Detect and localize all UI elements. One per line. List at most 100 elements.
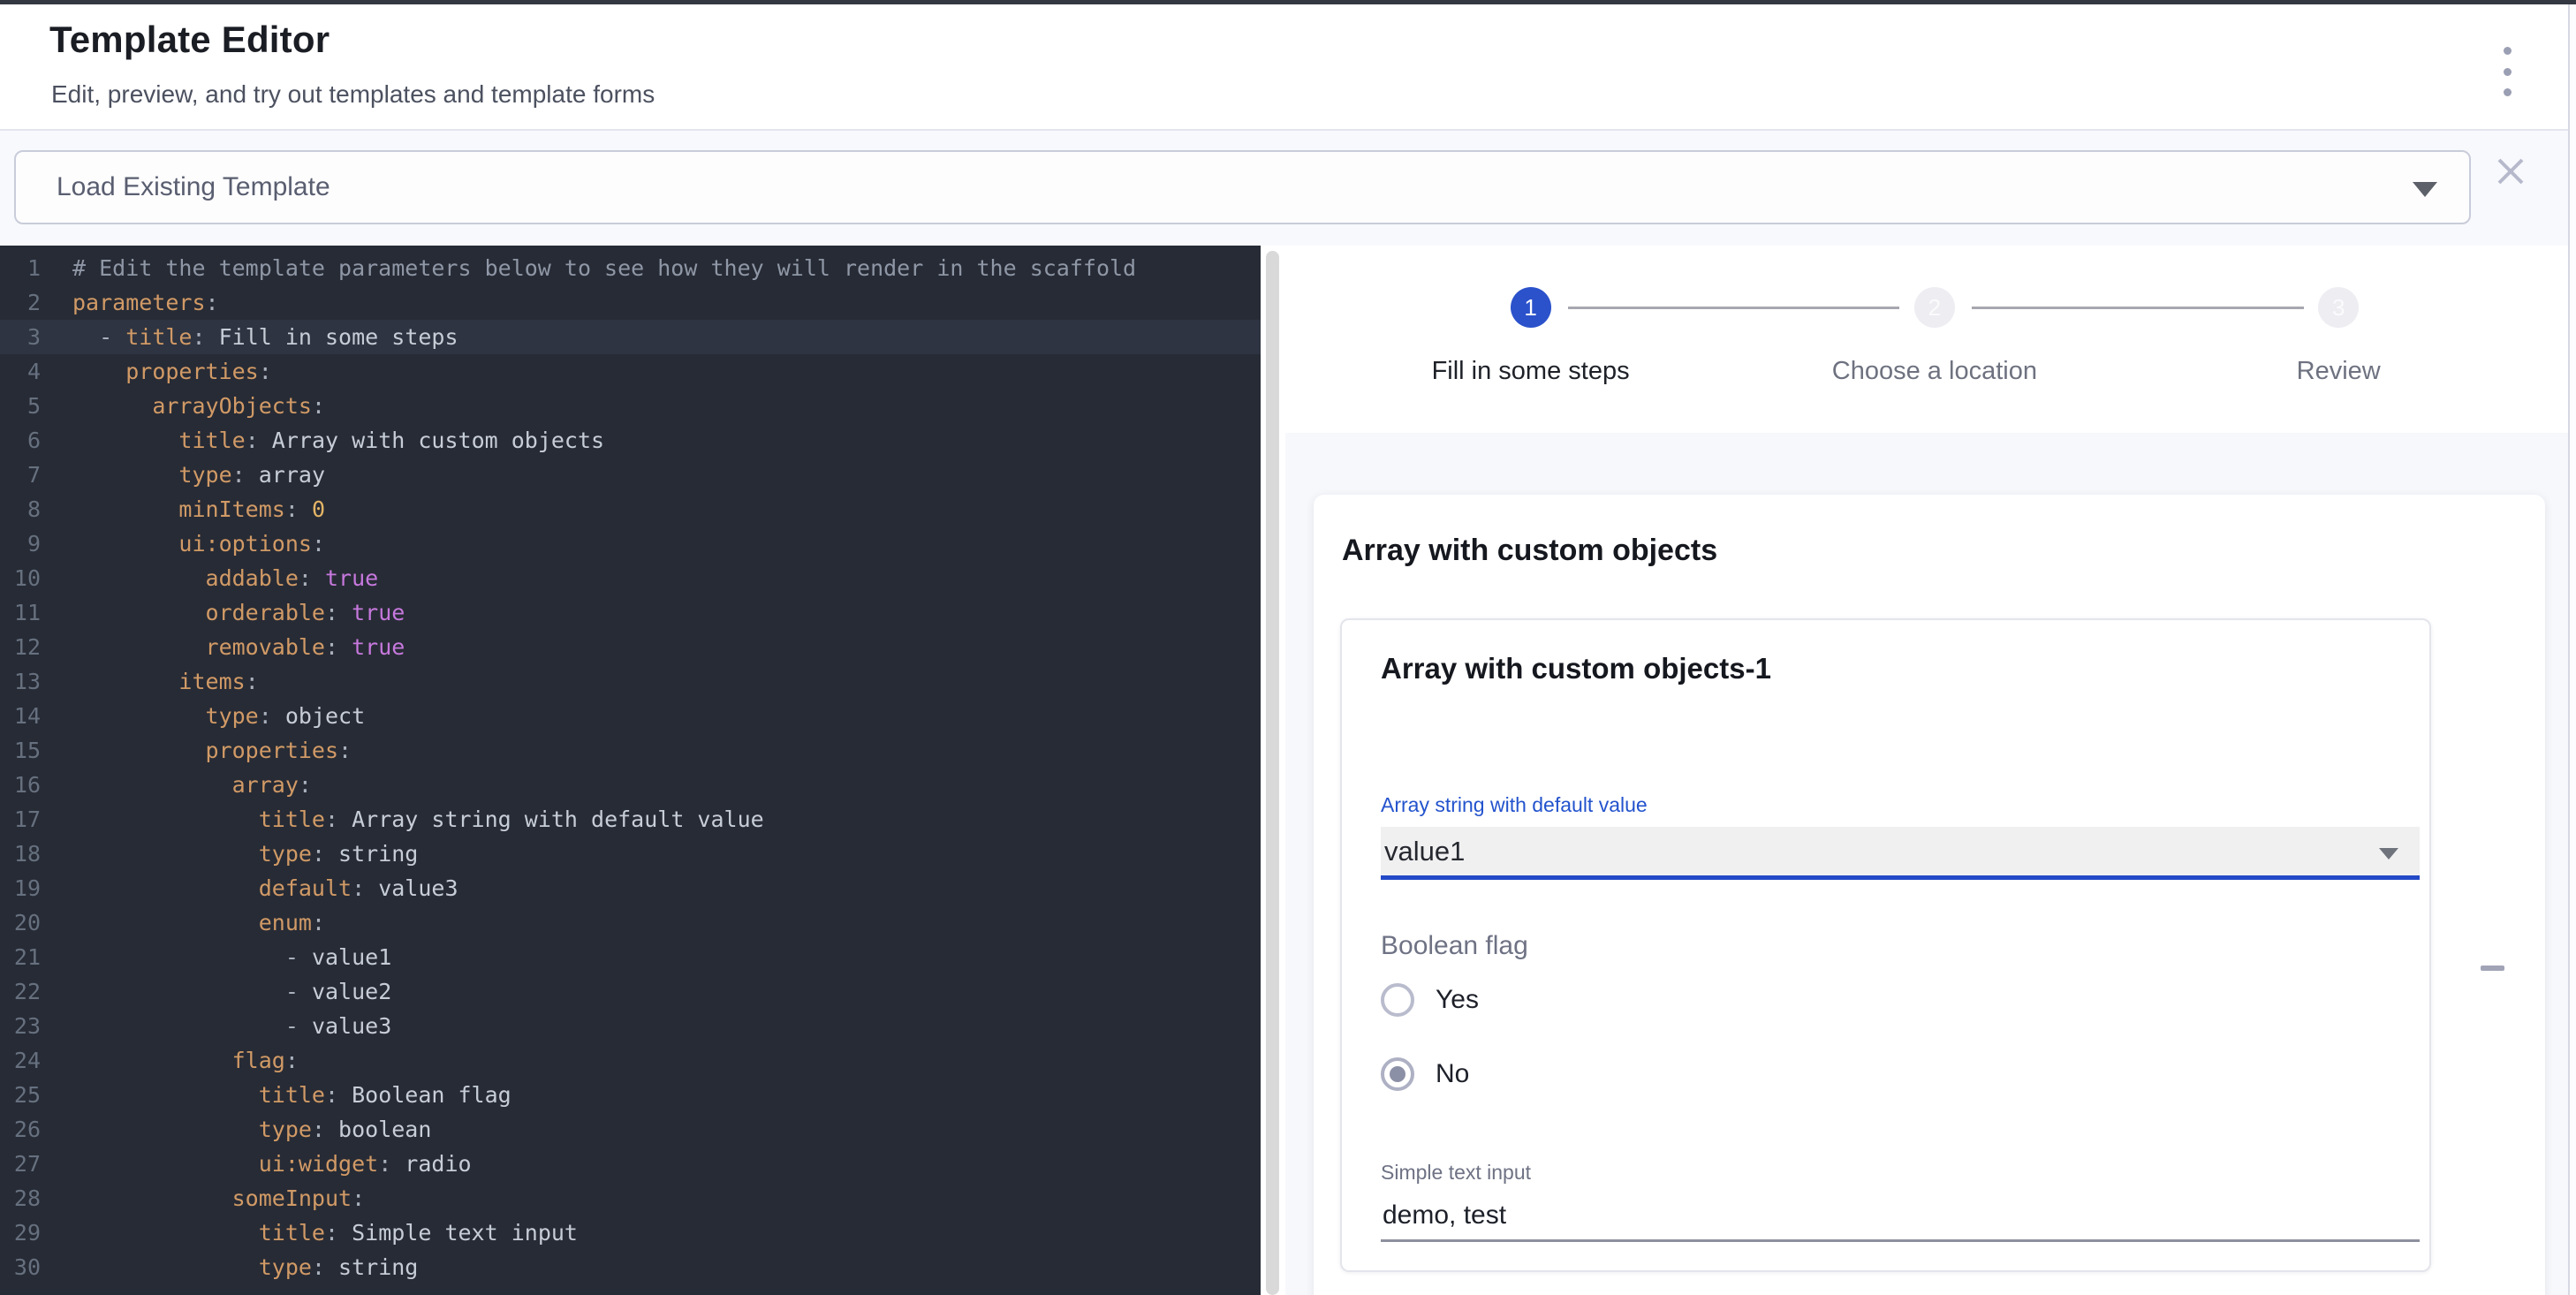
array-item-title: Array with custom objects-1 bbox=[1381, 652, 1771, 685]
code-line[interactable]: 16 array: bbox=[0, 768, 1261, 802]
radio-option-yes[interactable]: Yes bbox=[1381, 981, 1479, 1019]
code-line[interactable]: 7 type: array bbox=[0, 458, 1261, 492]
step-circle-3[interactable]: 3 bbox=[2318, 287, 2359, 328]
remove-array-item-button[interactable] bbox=[2467, 943, 2517, 993]
code-line[interactable]: 14 type: object bbox=[0, 699, 1261, 733]
line-number: 10 bbox=[0, 561, 41, 595]
template-preview-panel: 1Fill in some steps2Choose a location3Re… bbox=[1285, 246, 2576, 1295]
line-number: 15 bbox=[0, 733, 41, 768]
radio-unchecked-icon bbox=[1381, 983, 1414, 1017]
line-number: 4 bbox=[0, 354, 41, 389]
more-options-button[interactable] bbox=[2488, 45, 2527, 98]
code-line[interactable]: 3 - title: Fill in some steps bbox=[0, 320, 1261, 354]
yaml-editor[interactable]: 1# Edit the template parameters below to… bbox=[0, 246, 1285, 1295]
page-scrollbar[interactable] bbox=[2568, 4, 2576, 1295]
line-number: 3 bbox=[0, 320, 41, 354]
line-number: 13 bbox=[0, 664, 41, 699]
code-line[interactable]: 9 ui:options: bbox=[0, 526, 1261, 561]
radio-option-label: No bbox=[1436, 1059, 1469, 1089]
code-line[interactable]: 30 type: string bbox=[0, 1250, 1261, 1284]
code-line[interactable]: 10 addable: true bbox=[0, 561, 1261, 595]
step-label-2: Choose a location bbox=[1832, 357, 2037, 386]
code-line[interactable]: 24 flag: bbox=[0, 1043, 1261, 1078]
dropdown-caret-icon bbox=[2379, 848, 2398, 860]
dropdown-caret-icon bbox=[2413, 182, 2437, 197]
step-form-card: Array with custom objects Array with cus… bbox=[1314, 495, 2545, 1295]
load-existing-template-select[interactable]: Load Existing Template bbox=[14, 150, 2471, 224]
line-number: 23 bbox=[0, 1009, 41, 1043]
line-number: 29 bbox=[0, 1215, 41, 1250]
select-field-label: Array string with default value bbox=[1381, 793, 1648, 817]
page-title: Template Editor bbox=[49, 19, 330, 61]
line-number: 24 bbox=[0, 1043, 41, 1078]
editor-scrollbar[interactable] bbox=[1261, 246, 1285, 1295]
code-line[interactable]: 29 title: Simple text input bbox=[0, 1215, 1261, 1250]
line-number: 26 bbox=[0, 1112, 41, 1147]
simple-text-input[interactable] bbox=[1381, 1191, 2420, 1242]
code-line[interactable]: 26 type: boolean bbox=[0, 1112, 1261, 1147]
code-line[interactable]: 13 items: bbox=[0, 664, 1261, 699]
code-line[interactable]: 22 - value2 bbox=[0, 974, 1261, 1009]
stepper: 1Fill in some steps2Choose a location3Re… bbox=[1285, 246, 2576, 433]
line-number: 16 bbox=[0, 768, 41, 802]
code-line[interactable]: 6 title: Array with custom objects bbox=[0, 423, 1261, 458]
line-number: 9 bbox=[0, 526, 41, 561]
code-line[interactable]: 27 ui:widget: radio bbox=[0, 1147, 1261, 1181]
code-line[interactable]: 25 title: Boolean flag bbox=[0, 1078, 1261, 1112]
radio-group: Yes No bbox=[1381, 981, 1479, 1129]
kebab-dot-icon bbox=[2504, 88, 2512, 96]
array-string-select[interactable]: value1 bbox=[1381, 827, 2420, 880]
minus-icon bbox=[2481, 966, 2504, 971]
line-number: 21 bbox=[0, 940, 41, 974]
code-line[interactable]: 28 someInput: bbox=[0, 1181, 1261, 1215]
step-circle-1[interactable]: 1 bbox=[1511, 287, 1551, 328]
template-editor-page: Template Editor Edit, preview, and try o… bbox=[0, 0, 2576, 1295]
radio-option-no[interactable]: No bbox=[1381, 1055, 1479, 1094]
radio-field-label: Boolean flag bbox=[1381, 931, 1528, 961]
line-number: 5 bbox=[0, 389, 41, 423]
code-line[interactable]: 17 title: Array string with default valu… bbox=[0, 802, 1261, 837]
code-line[interactable]: 19 default: value3 bbox=[0, 871, 1261, 905]
line-number: 27 bbox=[0, 1147, 41, 1181]
step-label-3: Review bbox=[2297, 357, 2381, 386]
array-string-select-value: value1 bbox=[1384, 836, 1465, 867]
code-line[interactable]: 1# Edit the template parameters below to… bbox=[0, 251, 1261, 285]
line-number: 28 bbox=[0, 1181, 41, 1215]
page-header: Template Editor Edit, preview, and try o… bbox=[0, 4, 2576, 131]
line-number: 7 bbox=[0, 458, 41, 492]
code-line[interactable]: 20 enum: bbox=[0, 905, 1261, 940]
radio-checked-icon bbox=[1381, 1057, 1414, 1091]
line-number: 17 bbox=[0, 802, 41, 837]
close-icon bbox=[2494, 155, 2527, 188]
code-line[interactable]: 5 arrayObjects: bbox=[0, 389, 1261, 423]
code-line[interactable]: 18 type: string bbox=[0, 837, 1261, 871]
load-select-value: Load Existing Template bbox=[57, 172, 330, 202]
line-number: 30 bbox=[0, 1250, 41, 1284]
code-line[interactable]: 23 - value3 bbox=[0, 1009, 1261, 1043]
code-line[interactable]: 11 orderable: true bbox=[0, 595, 1261, 630]
code-line[interactable]: 4 properties: bbox=[0, 354, 1261, 389]
code-line[interactable]: 8 minItems: 0 bbox=[0, 492, 1261, 526]
array-item-card: Array with custom objects-1 Array string… bbox=[1340, 618, 2431, 1272]
step-circle-2[interactable]: 2 bbox=[1914, 287, 1955, 328]
line-number: 2 bbox=[0, 285, 41, 320]
code-lines: 1# Edit the template parameters below to… bbox=[0, 251, 1261, 1284]
kebab-dot-icon bbox=[2504, 68, 2512, 76]
code-line[interactable]: 12 removable: true bbox=[0, 630, 1261, 664]
clear-template-button[interactable] bbox=[2491, 152, 2530, 191]
line-number: 25 bbox=[0, 1078, 41, 1112]
line-number: 19 bbox=[0, 871, 41, 905]
code-line[interactable]: 15 properties: bbox=[0, 733, 1261, 768]
line-number: 12 bbox=[0, 630, 41, 664]
line-number: 18 bbox=[0, 837, 41, 871]
line-number: 6 bbox=[0, 423, 41, 458]
line-number: 14 bbox=[0, 699, 41, 733]
code-line[interactable]: 21 - value1 bbox=[0, 940, 1261, 974]
radio-option-label: Yes bbox=[1436, 985, 1479, 1015]
form-section-title: Array with custom objects bbox=[1342, 534, 1717, 568]
load-template-bar: Load Existing Template bbox=[0, 131, 2576, 246]
editor-scrollbar-thumb[interactable] bbox=[1266, 251, 1279, 1295]
code-line[interactable]: 2parameters: bbox=[0, 285, 1261, 320]
stepper-connector bbox=[1568, 307, 1899, 309]
line-number: 20 bbox=[0, 905, 41, 940]
